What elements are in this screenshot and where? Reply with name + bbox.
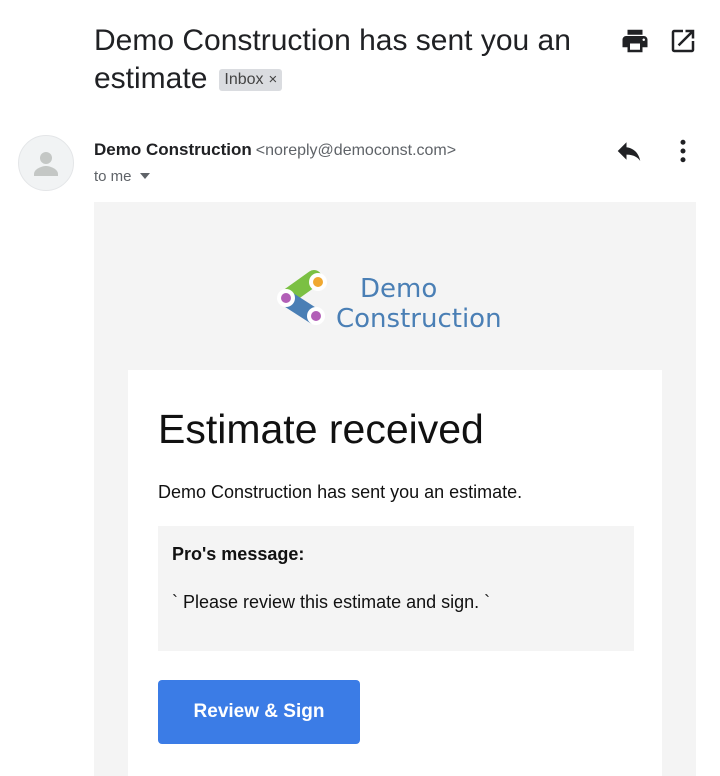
pro-message-label: Pro's message: — [172, 544, 305, 564]
logo-text-line2: Construction — [336, 304, 502, 334]
more-vertical-icon[interactable] — [668, 136, 698, 166]
card-title: Estimate received — [158, 406, 484, 452]
email-body: Demo Construction Estimate received Demo… — [94, 202, 696, 776]
sender-avatar[interactable] — [18, 135, 74, 191]
reply-icon[interactable] — [614, 136, 644, 166]
sender-email: <noreply@democonst.com> — [255, 142, 457, 159]
printer-icon[interactable] — [620, 26, 650, 56]
open-in-new-window-icon[interactable] — [668, 26, 698, 56]
recipient-text: to me — [94, 168, 132, 185]
email-subject: Demo Construction has sent you an estima… — [94, 22, 594, 98]
review-and-sign-button[interactable]: Review & Sign — [158, 680, 360, 744]
card-intro: Demo Construction has sent you an estima… — [158, 482, 523, 502]
recipient-details-toggle[interactable]: to me — [94, 166, 150, 188]
logo-mark-icon — [277, 270, 327, 325]
caret-down-icon — [139, 173, 150, 179]
subject-text: Demo Construction has sent you an estima… — [94, 24, 571, 95]
estimate-card: Estimate received Demo Construction has … — [128, 370, 662, 776]
remove-label-button[interactable]: × — [269, 71, 278, 88]
person-icon — [34, 152, 58, 176]
sender-line: Demo Construction <noreply@democonst.com> — [94, 139, 456, 162]
pro-message-text: ` Please review this estimate and sign. … — [172, 592, 491, 612]
inbox-label-text: Inbox — [224, 71, 264, 88]
logo-text-line1: Demo — [360, 274, 438, 304]
pro-message-box: Pro's message: ` Please review this esti… — [158, 526, 634, 651]
sender-name[interactable]: Demo Construction — [94, 140, 252, 159]
inbox-label-chip: Inbox × — [219, 69, 283, 91]
